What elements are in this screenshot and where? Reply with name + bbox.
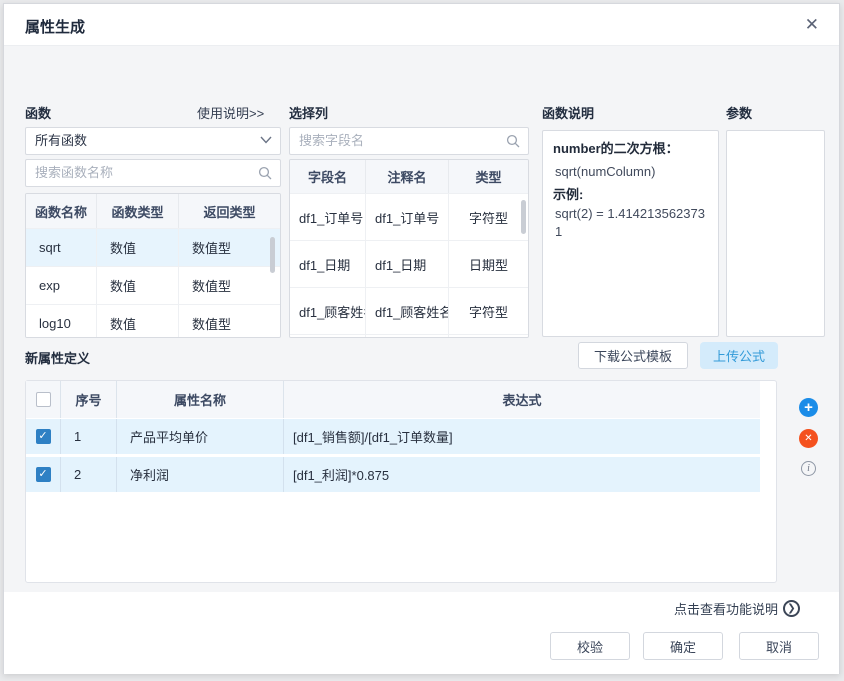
circle-arrow-right-icon: ❯ xyxy=(783,600,800,617)
function-example-label: 示例: xyxy=(553,187,583,202)
table-row[interactable]: df1_订单号 df1_订单号 字符型 xyxy=(290,193,528,240)
row-checkbox[interactable]: ✓ xyxy=(36,467,51,482)
function-table: 函数名称 函数类型 返回类型 sqrt 数值 数值型 exp 数值 数值型 lo… xyxy=(25,193,281,338)
index-header: 序号 xyxy=(61,381,117,418)
usage-instructions-link[interactable]: 使用说明>> xyxy=(197,103,264,122)
view-help-link[interactable]: 点击查看功能说明 ❯ xyxy=(674,599,800,618)
dialog-header: 属性生成 ✕ xyxy=(4,4,839,46)
field-type-cell: 字符型 xyxy=(449,288,528,334)
function-category-select[interactable]: 所有函数 xyxy=(25,127,281,155)
search-icon xyxy=(258,166,272,180)
cancel-button[interactable]: 取消 xyxy=(739,632,819,660)
attribute-table: 序号 属性名称 表达式 ✓ 1 产品平均单价 [df1_销售额]/[df1_订单… xyxy=(25,380,777,583)
function-doc-box: number的二次方根： sqrt(numColumn) 示例: sqrt(2)… xyxy=(542,130,719,337)
table-row[interactable]: sqrt 数值 数值型 xyxy=(26,228,280,266)
select-column-label: 选择列 xyxy=(289,103,328,122)
params-box xyxy=(726,130,825,337)
search-icon xyxy=(506,134,520,148)
comment-name-cell: df1_顾客姓名 xyxy=(366,288,449,334)
params-label: 参数 xyxy=(726,103,752,122)
function-type-cell: 数值 xyxy=(97,305,179,338)
comment-name-cell: df1_订单等级 xyxy=(366,335,449,338)
function-table-header: 函数名称 函数类型 返回类型 xyxy=(26,194,280,228)
column-table-header: 字段名 注释名 类型 xyxy=(290,160,528,193)
field-type-header: 类型 xyxy=(449,160,528,193)
function-signature: sqrt(numColumn) xyxy=(555,163,708,182)
upload-formula-button[interactable]: 上传公式 xyxy=(700,342,778,369)
dialog-title: 属性生成 xyxy=(25,16,85,37)
function-table-scrollbar[interactable] xyxy=(270,237,275,273)
expression-cell: [df1_利润]*0.875 xyxy=(284,457,760,492)
view-help-text: 点击查看功能说明 xyxy=(674,599,778,618)
function-search-placeholder: 搜索函数名称 xyxy=(35,165,113,180)
row-select-cell: ✓ xyxy=(26,419,61,454)
field-name-cell: df1_顾客姓名 xyxy=(290,288,366,334)
field-name-cell: df1_订单等级 xyxy=(290,335,366,338)
function-name-cell: exp xyxy=(26,267,97,304)
function-type-cell: 数值 xyxy=(97,267,179,304)
table-row[interactable]: ✓ 2 净利润 [df1_利润]*0.875 xyxy=(26,457,760,492)
attribute-generation-dialog: 属性生成 ✕ 函数 使用说明>> 所有函数 搜索函数名称 函数名称 函数类型 返… xyxy=(3,3,840,674)
field-name-cell: df1_订单号 xyxy=(290,194,366,240)
table-row[interactable]: ✓ 1 产品平均单价 [df1_销售额]/[df1_订单数量] xyxy=(26,419,760,454)
attr-name-cell: 产品平均单价 xyxy=(117,419,284,454)
function-name-cell: log10 xyxy=(26,305,97,338)
comment-name-cell: df1_订单号 xyxy=(366,194,449,240)
table-row[interactable]: df1_顾客姓名 df1_顾客姓名 字符型 xyxy=(290,287,528,334)
function-return-cell: 数值型 xyxy=(179,305,280,338)
chevron-down-icon xyxy=(260,136,272,144)
attr-name-cell: 净利润 xyxy=(117,457,284,492)
new-attributes-label: 新属性定义 xyxy=(25,348,90,367)
delete-row-icon[interactable]: ✕ xyxy=(799,429,818,448)
column-search-placeholder: 搜索字段名 xyxy=(299,133,364,148)
ok-button[interactable]: 确定 xyxy=(643,632,723,660)
field-type-cell: 字符型 xyxy=(449,194,528,240)
close-icon[interactable]: ✕ xyxy=(805,15,819,35)
field-type-cell: 日期型 xyxy=(449,241,528,287)
row-select-cell: ✓ xyxy=(26,457,61,492)
info-icon[interactable]: i xyxy=(801,461,816,476)
index-cell: 2 xyxy=(61,457,117,492)
field-name-cell: df1_日期 xyxy=(290,241,366,287)
comment-name-header: 注释名 xyxy=(366,160,449,193)
table-row[interactable]: log10 数值 数值型 xyxy=(26,304,280,338)
attr-name-header: 属性名称 xyxy=(117,381,284,418)
function-search-input[interactable]: 搜索函数名称 xyxy=(25,159,281,187)
dialog-footer: 点击查看功能说明 ❯ 校验 确定 取消 xyxy=(4,592,839,674)
column-table: 字段名 注释名 类型 df1_订单号 df1_订单号 字符型 df1_日期 df… xyxy=(289,159,529,338)
function-type-header: 函数类型 xyxy=(97,194,179,228)
index-cell: 1 xyxy=(61,419,117,454)
add-row-icon[interactable]: + xyxy=(799,398,818,417)
function-return-cell: 数值型 xyxy=(179,267,280,304)
verify-button[interactable]: 校验 xyxy=(550,632,630,660)
function-return-header: 返回类型 xyxy=(179,194,280,228)
function-name-header: 函数名称 xyxy=(26,194,97,228)
table-row[interactable]: exp 数值 数值型 xyxy=(26,266,280,304)
functions-label: 函数 xyxy=(25,103,51,122)
column-table-scrollbar[interactable] xyxy=(521,200,526,234)
function-doc-label: 函数说明 xyxy=(542,103,594,122)
attribute-table-header: 序号 属性名称 表达式 xyxy=(26,381,760,418)
comment-name-cell: df1_日期 xyxy=(366,241,449,287)
field-type-cell: 字符型 xyxy=(449,335,528,338)
expression-cell: [df1_销售额]/[df1_订单数量] xyxy=(284,419,760,454)
function-doc-title: number的二次方根： xyxy=(553,141,679,156)
column-search-input[interactable]: 搜索字段名 xyxy=(289,127,529,155)
function-return-cell: 数值型 xyxy=(179,229,280,266)
function-type-cell: 数值 xyxy=(97,229,179,266)
row-checkbox[interactable]: ✓ xyxy=(36,429,51,444)
select-all-cell xyxy=(26,381,61,418)
select-all-checkbox[interactable] xyxy=(36,392,51,407)
function-category-value: 所有函数 xyxy=(35,133,87,148)
function-name-cell: sqrt xyxy=(26,229,97,266)
field-name-header: 字段名 xyxy=(290,160,366,193)
function-example: sqrt(2) = 1.4142135623731 xyxy=(555,205,708,243)
dialog-body: 函数 使用说明>> 所有函数 搜索函数名称 函数名称 函数类型 返回类型 sqr… xyxy=(4,46,839,592)
expression-header: 表达式 xyxy=(284,381,760,418)
table-row[interactable]: df1_日期 df1_日期 日期型 xyxy=(290,240,528,287)
table-row[interactable]: df1_订单等级 df1_订单等级 字符型 xyxy=(290,334,528,338)
download-template-button[interactable]: 下载公式模板 xyxy=(578,342,688,369)
